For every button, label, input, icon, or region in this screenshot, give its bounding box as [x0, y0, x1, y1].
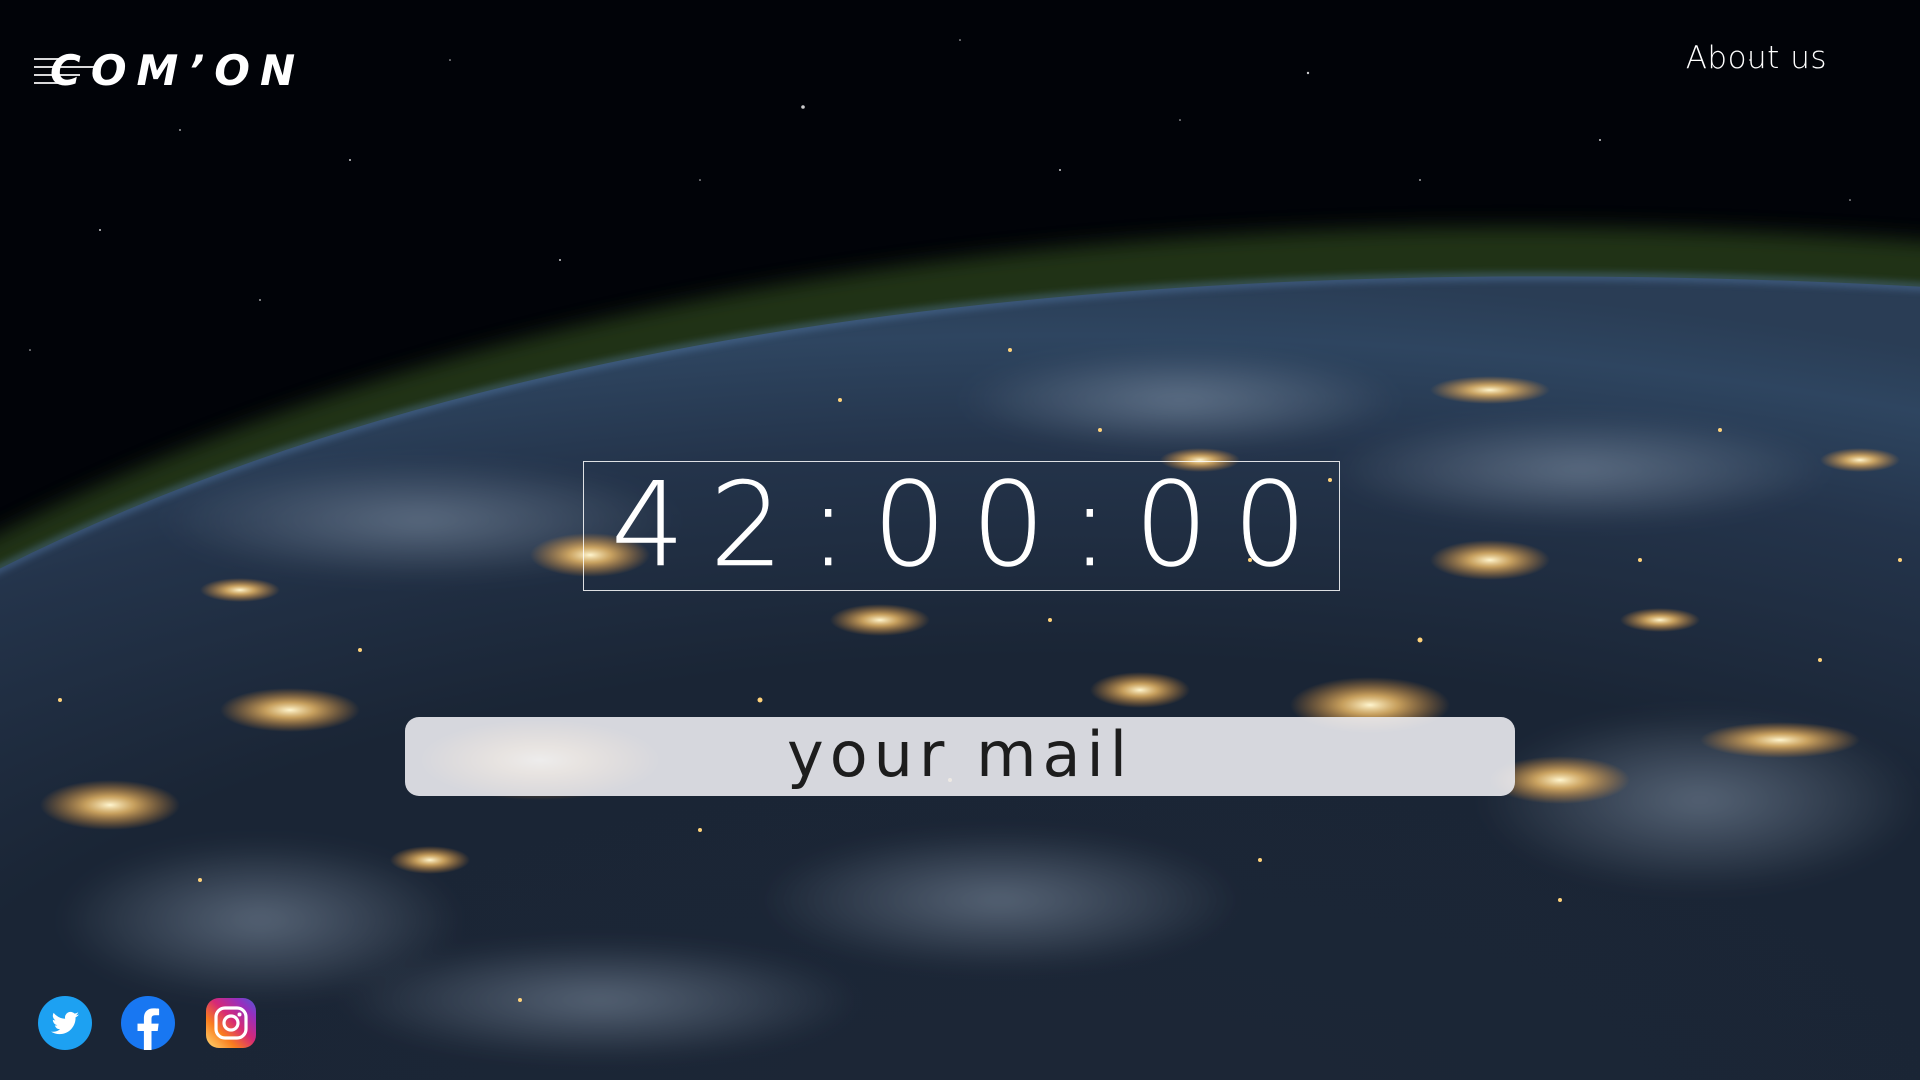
- brand-logo-text: COM’ON: [50, 45, 306, 95]
- twitter-link[interactable]: [38, 996, 92, 1050]
- twitter-icon: [38, 996, 92, 1050]
- facebook-icon: [121, 996, 175, 1050]
- facebook-link[interactable]: [121, 996, 175, 1050]
- instagram-link[interactable]: [204, 996, 258, 1050]
- about-us-link[interactable]: About us: [1686, 40, 1827, 76]
- email-field[interactable]: [405, 717, 1515, 796]
- landing-page: COM’ON About us 42:00:00: [0, 0, 1920, 1080]
- brand-logo[interactable]: COM’ON: [34, 40, 305, 100]
- social-links: [38, 996, 258, 1050]
- countdown-timer: 42:00:00: [583, 461, 1340, 591]
- countdown-value: 42:00:00: [611, 458, 1332, 593]
- instagram-icon: [206, 998, 256, 1048]
